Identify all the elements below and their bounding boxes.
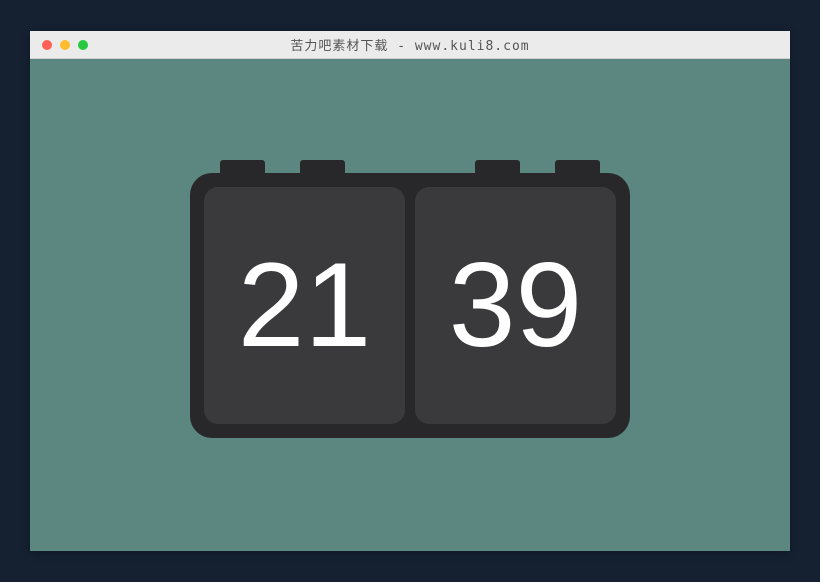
clock-hinge	[220, 160, 265, 176]
flip-clock: 21 39	[190, 173, 630, 438]
minutes-panel: 39	[415, 187, 616, 424]
clock-body: 21 39	[190, 173, 630, 438]
clock-hinge	[300, 160, 345, 176]
window-title: 苦力吧素材下载 - www.kuli8.com	[30, 35, 790, 54]
browser-window: 苦力吧素材下载 - www.kuli8.com 21 39	[30, 31, 790, 551]
hours-value: 21	[238, 245, 371, 365]
minimize-icon[interactable]	[60, 40, 70, 50]
clock-hinge	[475, 160, 520, 176]
maximize-icon[interactable]	[78, 40, 88, 50]
hours-panel: 21	[204, 187, 405, 424]
viewport: 21 39	[30, 59, 790, 551]
traffic-lights	[30, 40, 88, 50]
minutes-value: 39	[449, 245, 582, 365]
close-icon[interactable]	[42, 40, 52, 50]
titlebar: 苦力吧素材下载 - www.kuli8.com	[30, 31, 790, 59]
clock-hinge	[555, 160, 600, 176]
